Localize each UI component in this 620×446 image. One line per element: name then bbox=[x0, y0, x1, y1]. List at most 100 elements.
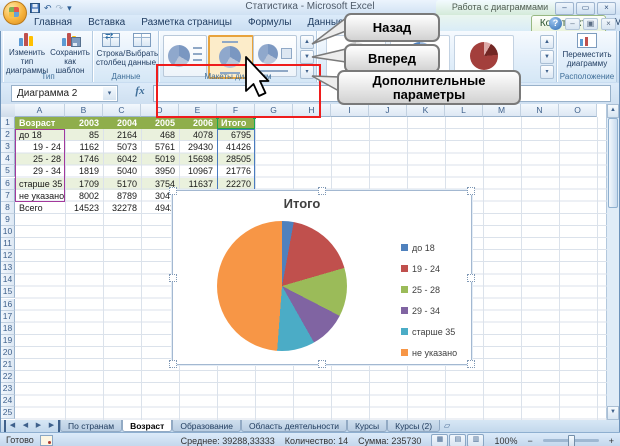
cell-B4[interactable]: 1746 bbox=[65, 153, 103, 165]
legend-item[interactable]: 29 - 34 bbox=[401, 300, 457, 321]
cell-A4[interactable]: 25 - 28 bbox=[15, 153, 65, 165]
row-header-10[interactable]: 10 bbox=[1, 226, 15, 238]
macro-record-icon[interactable] bbox=[40, 435, 53, 446]
name-box-dropdown-icon[interactable]: ▾ bbox=[103, 87, 116, 100]
legend-item[interactable]: 25 - 28 bbox=[401, 279, 457, 300]
chart-legend[interactable]: до 1819 - 2425 - 2829 - 34старше 35не ук… bbox=[401, 237, 457, 363]
cell-D2[interactable]: 468 bbox=[141, 129, 179, 141]
row-header-17[interactable]: 17 bbox=[1, 311, 15, 323]
workbook-restore-button[interactable]: ▣ bbox=[583, 18, 598, 30]
row-header-20[interactable]: 20 bbox=[1, 347, 15, 359]
insert-worksheet-icon[interactable]: ▱ bbox=[440, 420, 454, 432]
chart-selection-handle[interactable] bbox=[318, 187, 326, 195]
minimize-button[interactable]: – bbox=[555, 2, 574, 15]
cell-C5[interactable]: 5040 bbox=[103, 165, 141, 177]
cell-C1[interactable]: 2004 bbox=[103, 117, 141, 129]
row-header-7[interactable]: 7 bbox=[1, 190, 15, 202]
change-chart-type-button[interactable]: Изменить тип диаграммы bbox=[6, 33, 48, 75]
cell-A5[interactable]: 29 - 34 bbox=[15, 165, 65, 177]
tab-Вставка[interactable]: Вставка bbox=[80, 15, 133, 31]
layouts-scroll-up-button[interactable]: ▲ bbox=[300, 35, 314, 49]
row-header-24[interactable]: 24 bbox=[1, 395, 15, 407]
column-header-J[interactable]: J bbox=[369, 104, 407, 117]
cell-E4[interactable]: 15698 bbox=[179, 153, 217, 165]
chart-selection-handle[interactable] bbox=[169, 274, 177, 282]
zoom-out-icon[interactable]: − bbox=[527, 436, 532, 446]
sheet-tab-Область деятельности[interactable]: Область деятельности bbox=[241, 420, 347, 432]
page-layout-view-icon[interactable]: ▤ bbox=[449, 434, 466, 446]
name-box[interactable]: Диаграмма 2▾ bbox=[11, 85, 118, 102]
cell-E6[interactable]: 11637 bbox=[179, 178, 217, 190]
cell-A6[interactable]: старше 35 bbox=[15, 178, 65, 190]
help-icon[interactable]: ? bbox=[549, 17, 562, 30]
cell-F4[interactable]: 28505 bbox=[217, 153, 255, 165]
cell-C3[interactable]: 5073 bbox=[103, 141, 141, 153]
row-header-9[interactable]: 9 bbox=[1, 214, 15, 226]
tab-Формулы[interactable]: Формулы bbox=[240, 15, 300, 31]
cell-C8[interactable]: 32278 bbox=[103, 202, 141, 214]
workbook-minimize-button[interactable]: – bbox=[565, 18, 580, 30]
chart-title[interactable]: Итого bbox=[173, 196, 431, 211]
zoom-in-icon[interactable]: + bbox=[609, 436, 614, 446]
cell-F2[interactable]: 6795 bbox=[217, 129, 255, 141]
cell-E3[interactable]: 29430 bbox=[179, 141, 217, 153]
row-header-6[interactable]: 6 bbox=[1, 178, 15, 190]
column-header-M[interactable]: M bbox=[483, 104, 521, 117]
pie-plot[interactable] bbox=[217, 221, 347, 351]
cell-F1[interactable]: Итого bbox=[217, 117, 255, 129]
cell-B2[interactable]: 85 bbox=[65, 129, 103, 141]
styles-scroll-down-button[interactable]: ▼ bbox=[540, 50, 554, 64]
cell-A3[interactable]: 19 - 24 bbox=[15, 141, 65, 153]
sheet-tab-Курсы (2)[interactable]: Курсы (2) bbox=[387, 420, 440, 432]
vertical-scroll-thumb[interactable] bbox=[608, 118, 618, 208]
cell-B7[interactable]: 8002 bbox=[65, 190, 103, 202]
cell-F5[interactable]: 21776 bbox=[217, 165, 255, 177]
row-header-1[interactable]: 1 bbox=[1, 117, 15, 129]
cell-A8[interactable]: Всего bbox=[15, 202, 65, 214]
cell-D1[interactable]: 2005 bbox=[141, 117, 179, 129]
cell-D5[interactable]: 3950 bbox=[141, 165, 179, 177]
insert-function-button[interactable]: fx bbox=[129, 85, 151, 100]
column-header-L[interactable]: L bbox=[445, 104, 483, 117]
pie-chart-object[interactable]: Итого до 1819 - 2425 - 2829 - 34старше 3… bbox=[172, 190, 472, 365]
row-header-11[interactable]: 11 bbox=[1, 238, 15, 250]
cell-E1[interactable]: 2006 bbox=[179, 117, 217, 129]
row-header-16[interactable]: 16 bbox=[1, 299, 15, 311]
row-header-4[interactable]: 4 bbox=[1, 153, 15, 165]
cell-B3[interactable]: 1162 bbox=[65, 141, 103, 153]
column-header-K[interactable]: K bbox=[407, 104, 445, 117]
legend-item[interactable]: не указано bbox=[401, 342, 457, 363]
tab-Разметка страницы[interactable]: Разметка страницы bbox=[133, 15, 240, 31]
row-header-12[interactable]: 12 bbox=[1, 250, 15, 262]
select-all-corner[interactable] bbox=[1, 104, 16, 118]
chart-selection-handle[interactable] bbox=[318, 360, 326, 368]
column-header-N[interactable]: N bbox=[521, 104, 559, 117]
cell-C6[interactable]: 5170 bbox=[103, 178, 141, 190]
scroll-down-button[interactable]: ▼ bbox=[607, 406, 619, 420]
cell-D4[interactable]: 5019 bbox=[141, 153, 179, 165]
row-header-23[interactable]: 23 bbox=[1, 383, 15, 395]
cell-A2[interactable]: до 18 bbox=[15, 129, 65, 141]
row-header-2[interactable]: 2 bbox=[1, 129, 15, 141]
next-sheet-icon[interactable]: ▶ bbox=[32, 420, 45, 432]
cell-C7[interactable]: 8789 bbox=[103, 190, 141, 202]
row-header-21[interactable]: 21 bbox=[1, 359, 15, 371]
legend-item[interactable]: старше 35 bbox=[401, 321, 457, 342]
cell-E2[interactable]: 4078 bbox=[179, 129, 217, 141]
move-chart-button[interactable]: Переместить диаграмму bbox=[562, 33, 612, 68]
column-header-C[interactable]: C bbox=[103, 104, 141, 117]
office-button[interactable] bbox=[3, 1, 27, 25]
styles-scroll-up-button[interactable]: ▲ bbox=[540, 35, 554, 49]
zoom-slider-handle[interactable] bbox=[568, 435, 575, 446]
close-button[interactable]: × bbox=[597, 2, 616, 15]
layouts-scroll-down-button[interactable]: ▼ bbox=[300, 50, 314, 64]
last-sheet-icon[interactable]: ▶ bbox=[45, 420, 60, 432]
cell-C4[interactable]: 6042 bbox=[103, 153, 141, 165]
chart-selection-handle[interactable] bbox=[467, 274, 475, 282]
column-header-B[interactable]: B bbox=[65, 104, 103, 117]
column-header-A[interactable]: A bbox=[15, 104, 65, 117]
chart-selection-handle[interactable] bbox=[169, 360, 177, 368]
column-header-I[interactable]: I bbox=[331, 104, 369, 117]
tab-Главная[interactable]: Главная bbox=[26, 15, 80, 31]
sheet-tab-По странам[interactable]: По странам bbox=[60, 420, 122, 432]
